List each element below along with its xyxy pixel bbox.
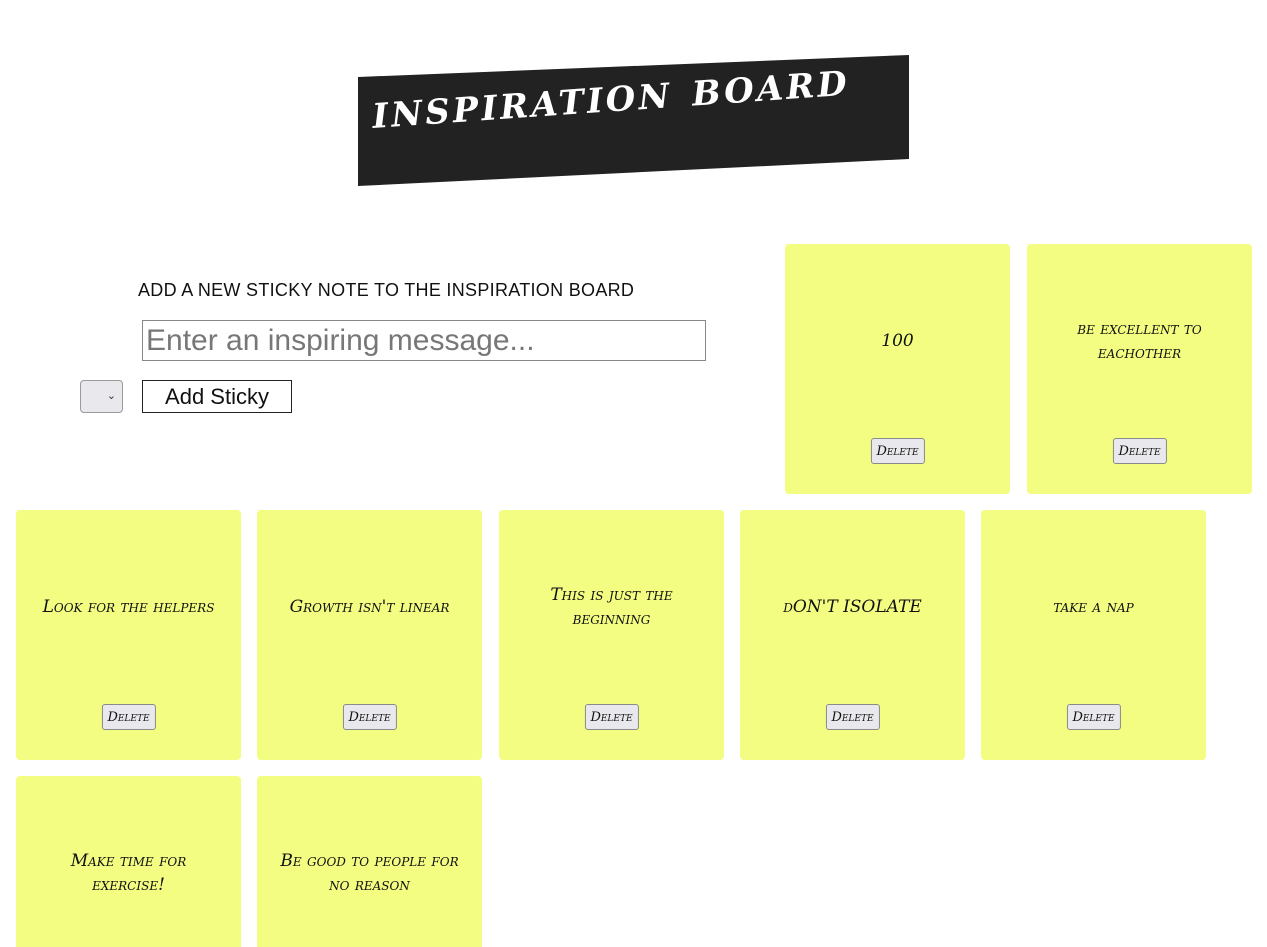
sticky-note: Growth isn't linear Delete (257, 510, 482, 760)
sticky-note-message: be excellent to eachother (1077, 319, 1202, 363)
delete-note-button[interactable]: Delete (825, 704, 880, 730)
message-input[interactable] (142, 320, 706, 361)
sticky-note: 100 Delete (785, 244, 1010, 494)
delete-note-button[interactable]: Delete (101, 704, 156, 730)
sticky-note-message: Make time for exercise! (70, 851, 187, 895)
delete-note-button[interactable]: Delete (870, 438, 925, 464)
sticky-note: dON'T ISOLATE Delete (740, 510, 965, 760)
new-note-form-heading: ADD A NEW STICKY NOTE TO THE INSPIRATION… (138, 280, 635, 300)
sticky-note: Look for the helpers Delete (16, 510, 241, 760)
delete-note-button[interactable]: Delete (1066, 704, 1121, 730)
delete-note-button[interactable]: Delete (1112, 438, 1167, 464)
add-sticky-button[interactable]: Add Sticky (142, 380, 292, 413)
inspiration-board-page: inspiration board ADD A NEW STICKY NOTE … (0, 0, 1267, 947)
sticky-note-message: take a nap (1053, 597, 1134, 617)
delete-note-button[interactable]: Delete (584, 704, 639, 730)
sticky-note-message: 100 (881, 331, 914, 351)
chevron-down-icon: ⌄ (106, 389, 116, 402)
sticky-note-message: dON'T ISOLATE (783, 597, 922, 617)
sticky-note: This is just the beginning Delete (499, 510, 724, 760)
sticky-note: take a nap Delete (981, 510, 1206, 760)
sticky-note-message: Be good to people for no reason (280, 851, 459, 895)
color-select[interactable]: ⌄ (80, 380, 123, 413)
sticky-note-message: Growth isn't linear (289, 597, 450, 617)
sticky-note: Be good to people for no reason (257, 776, 482, 947)
sticky-note-message: This is just the beginning (550, 585, 673, 629)
sticky-note: be excellent to eachother Delete (1027, 244, 1252, 494)
sticky-note: Make time for exercise! (16, 776, 241, 947)
sticky-note-message: Look for the helpers (42, 597, 215, 617)
delete-note-button[interactable]: Delete (342, 704, 397, 730)
